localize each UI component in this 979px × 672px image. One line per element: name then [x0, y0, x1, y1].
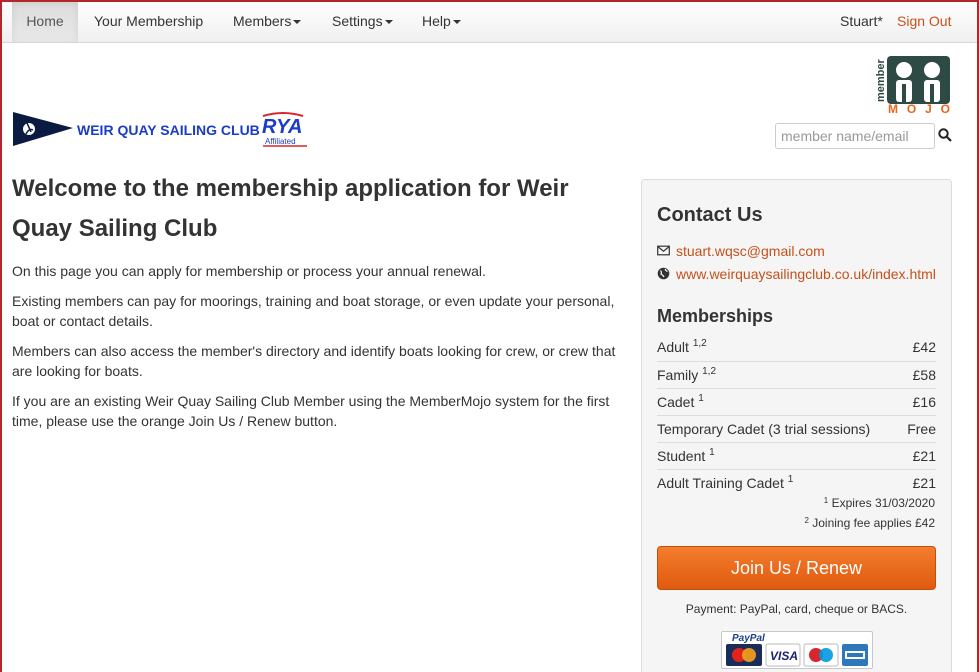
joining-fee-note: 2 Joining fee applies £42: [804, 516, 935, 530]
membership-name: Temporary Cadet (3 trial sessions): [657, 421, 871, 437]
membership-price: £16: [912, 394, 936, 410]
search-icon[interactable]: [938, 128, 952, 142]
caret-down-icon: [452, 20, 461, 25]
membership-name: Student 1: [657, 447, 715, 465]
rya-affiliated: Affiliated: [265, 137, 296, 146]
join-renew-button[interactable]: Join Us / Renew: [657, 546, 936, 590]
payment-logos: PayPal VISA: [721, 631, 873, 669]
memberships-list: Adult 1,2 £42 Family 1,2 £58 Cadet 1 £16…: [657, 334, 936, 496]
sidebar-panel: Contact Us stuart.wqsc@gmail.com www.wei…: [641, 179, 952, 672]
maestro-icon: [803, 643, 839, 667]
mastercard-icon: [726, 644, 762, 666]
membership-price: £42: [912, 339, 936, 355]
membership-name: Family 1,2: [657, 366, 717, 384]
nav-settings-label: Settings: [332, 13, 383, 29]
main-content: Welcome to the membership application fo…: [12, 169, 622, 441]
caret-down-icon: [293, 20, 302, 25]
nav-your-membership[interactable]: Your Membership: [94, 0, 203, 42]
mm-member-text: member: [875, 58, 887, 102]
nav-help-label: Help: [422, 13, 451, 29]
contact-heading: Contact Us: [657, 204, 763, 226]
membermojo-logo[interactable]: member MOJO: [874, 54, 952, 117]
membership-row: Adult 1,2 £42: [657, 334, 936, 361]
envelope-icon: [657, 245, 670, 256]
payment-methods-text: Payment: PayPal, card, cheque or BACS.: [685, 602, 908, 616]
membership-row: Family 1,2 £58: [657, 361, 936, 388]
club-logo[interactable]: WEIR QUAY SAILING CLUB RYA Affiliated: [13, 110, 313, 153]
contact-email: stuart.wqsc@gmail.com: [676, 243, 825, 259]
rya-text: RYA: [262, 116, 302, 138]
nav-help[interactable]: Help: [422, 0, 461, 42]
member-search-input[interactable]: [775, 123, 935, 149]
membership-row: Cadet 1 £16: [657, 388, 936, 415]
club-name: WEIR QUAY SAILING CLUB: [77, 122, 260, 138]
globe-icon: [657, 267, 670, 280]
membership-price: £58: [912, 367, 936, 383]
page-title: Welcome to the membership application fo…: [12, 175, 569, 242]
paypal-logo: PayPal: [732, 633, 765, 644]
contact-website-link[interactable]: www.weirquaysailingclub.co.uk/index.html: [657, 264, 936, 284]
contact-website: www.weirquaysailingclub.co.uk/index.html: [676, 266, 936, 282]
membership-name: Adult 1,2: [657, 338, 707, 356]
intro-paragraph: Members can also access the member's dir…: [12, 343, 616, 379]
nav-user[interactable]: Stuart*: [840, 0, 883, 42]
membership-name: Cadet 1: [657, 393, 704, 411]
nav-settings[interactable]: Settings: [332, 0, 393, 42]
nav-home[interactable]: Home: [12, 0, 78, 42]
membership-row: Student 1 £21: [657, 442, 936, 469]
burgee-flag: [13, 112, 73, 146]
membership-name: Adult Training Cadet 1: [657, 474, 794, 492]
visa-icon: VISA: [765, 643, 801, 667]
membership-row: Adult Training Cadet 1 £21: [657, 469, 936, 496]
intro-paragraph: Existing members can pay for moorings, t…: [12, 293, 615, 329]
contact-email-link[interactable]: stuart.wqsc@gmail.com: [657, 241, 825, 261]
nav-members[interactable]: Members: [233, 0, 302, 42]
caret-down-icon: [384, 20, 393, 25]
membership-price: Free: [907, 421, 936, 437]
sign-out-link[interactable]: Sign Out: [897, 0, 951, 42]
membership-price: £21: [912, 448, 936, 464]
intro-paragraph: On this page you can apply for membershi…: [12, 263, 486, 279]
intro-paragraph: If you are an existing Weir Quay Sailing…: [12, 393, 610, 429]
membership-row: Temporary Cadet (3 trial sessions) Free: [657, 415, 936, 442]
top-navbar: Home Your Membership Members Settings He…: [0, 0, 979, 43]
svg-text:VISA: VISA: [770, 649, 798, 663]
membership-price: £21: [912, 475, 936, 491]
memberships-heading: Memberships: [657, 306, 774, 326]
expiry-note: 1 Expires 31/03/2020: [823, 496, 935, 510]
amex-icon: [842, 644, 868, 666]
nav-members-label: Members: [233, 13, 292, 29]
